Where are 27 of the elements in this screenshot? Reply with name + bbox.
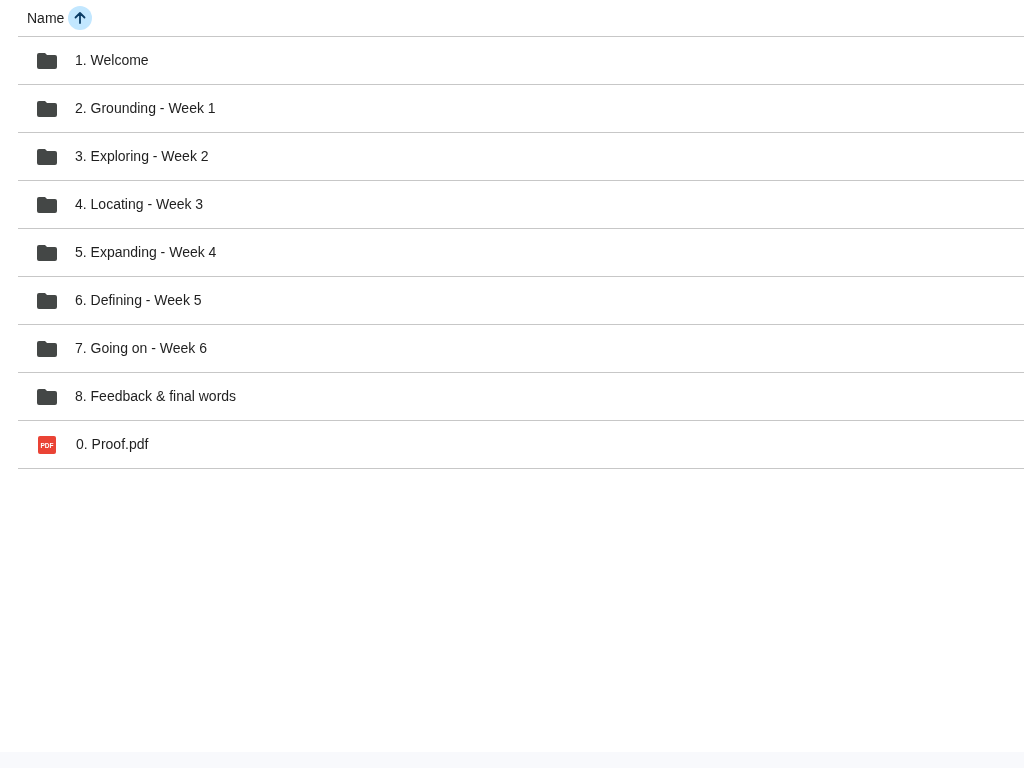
file-name: 3. Exploring - Week 2 [75, 147, 209, 166]
file-row[interactable]: 8. Feedback & final words [18, 373, 1024, 421]
file-row[interactable]: 2. Grounding - Week 1 [18, 85, 1024, 133]
folder-icon [37, 100, 57, 117]
file-row[interactable]: 4. Locating - Week 3 [18, 181, 1024, 229]
file-row[interactable]: 6. Defining - Week 5 [18, 277, 1024, 325]
file-row[interactable]: 1. Welcome [18, 37, 1024, 85]
folder-icon [37, 196, 57, 213]
file-row[interactable]: 5. Expanding - Week 4 [18, 229, 1024, 277]
file-name: 0. Proof.pdf [76, 435, 149, 454]
file-row[interactable]: 3. Exploring - Week 2 [18, 133, 1024, 181]
folder-icon [37, 52, 57, 69]
file-name: 4. Locating - Week 3 [75, 195, 204, 214]
file-name: 8. Feedback & final words [75, 387, 237, 406]
file-name: 2. Grounding - Week 1 [75, 99, 216, 118]
folder-icon [37, 388, 57, 405]
file-name: 5. Expanding - Week 4 [75, 243, 217, 262]
file-name: 6. Defining - Week 5 [75, 291, 202, 310]
column-header[interactable]: Name [27, 7, 65, 29]
folder-icon [37, 244, 57, 261]
sort-button[interactable] [68, 6, 93, 30]
file-name: 1. Welcome [75, 51, 149, 70]
folder-icon [37, 148, 57, 165]
file-row[interactable]: 7. Going on - Week 6 [18, 325, 1024, 373]
file-name: 7. Going on - Week 6 [75, 339, 208, 358]
folder-icon [37, 292, 57, 309]
folder-icon [37, 340, 57, 357]
